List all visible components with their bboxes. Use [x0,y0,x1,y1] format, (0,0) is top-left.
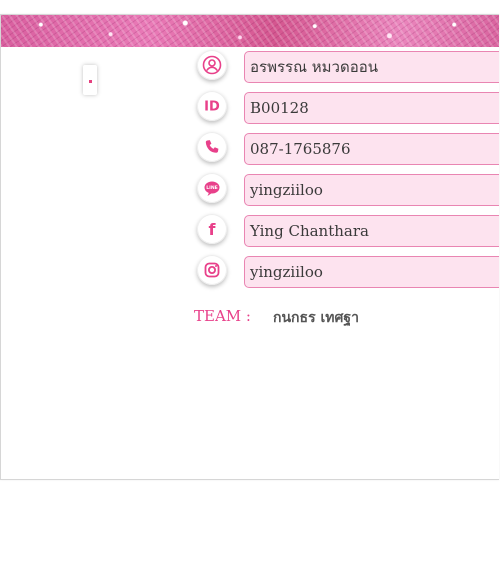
name-row: อรพรรณ หมวดออน [197,50,499,84]
name-field[interactable]: อรพรรณ หมวดออน [244,51,499,83]
id-icon: ID [197,91,227,121]
facebook-row: f Ying Chanthara [197,214,499,248]
phone-row: 087-1765876 [197,132,499,166]
phone-icon [197,132,227,162]
facebook-field[interactable]: Ying Chanthara [244,215,499,247]
user-icon [197,50,227,80]
phone-field[interactable]: 087-1765876 [244,133,499,165]
id-field[interactable]: B00128 [244,92,499,124]
id-row: ID B00128 [197,91,499,125]
line-row: LINE yingziiloo [197,173,499,207]
facebook-icon-text: f [209,220,217,239]
glitter-banner [1,15,499,47]
instagram-field[interactable]: yingziiloo [244,256,499,288]
id-icon-text: ID [204,100,220,115]
instagram-icon [197,255,227,285]
avatar [83,65,97,95]
line-icon-text: LINE [206,185,218,191]
line-field[interactable]: yingziiloo [244,174,499,206]
facebook-icon: f [197,214,227,244]
line-icon: LINE [197,173,227,203]
team-value: กนกธร เทศฐา [273,310,359,326]
team-label: TEAM : [194,307,251,325]
profile-card: อรพรรณ หมวดออน ID B00128 087-1765876 LIN… [0,14,499,480]
instagram-row: yingziiloo [197,255,499,289]
avatar-marker [89,80,92,83]
